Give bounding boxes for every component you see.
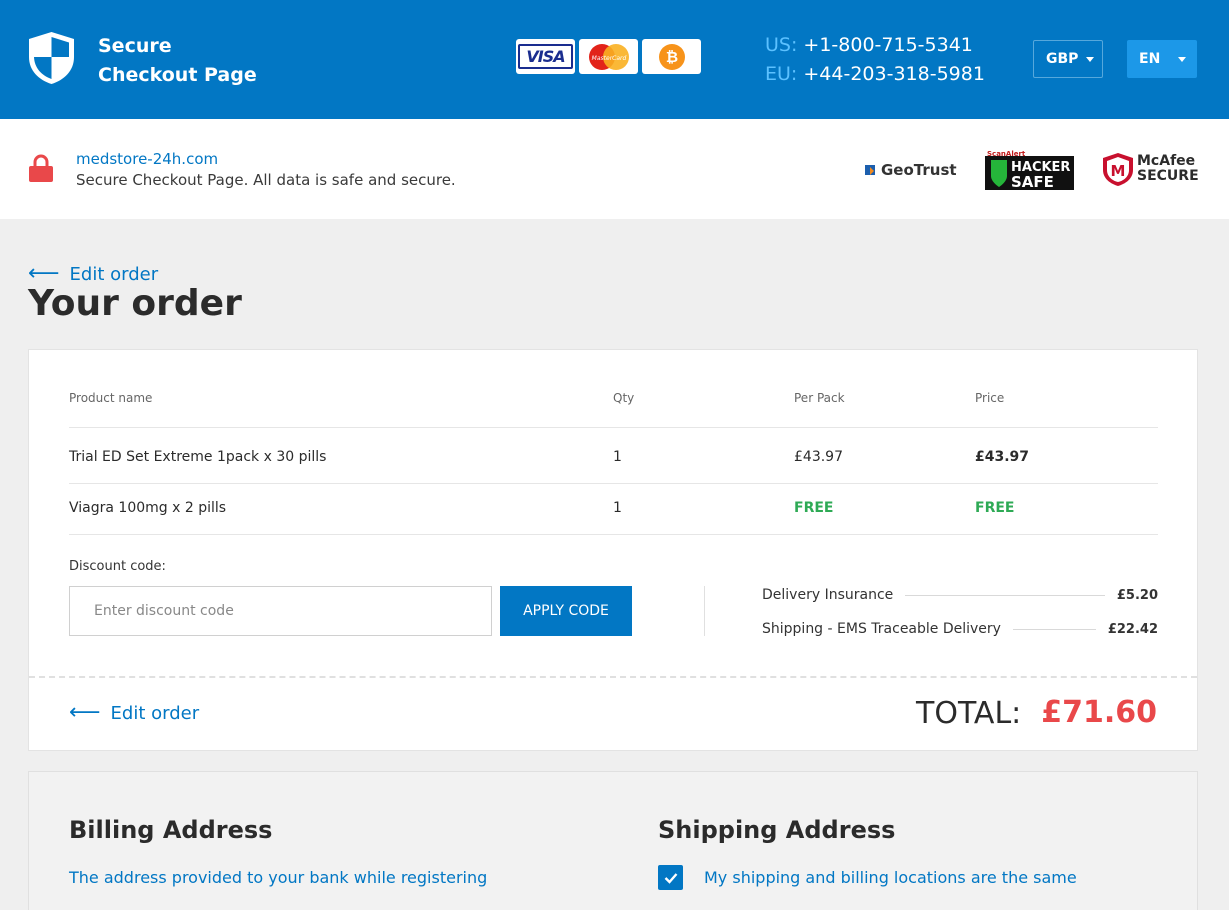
svg-text:M: M xyxy=(1111,162,1126,180)
leader-line xyxy=(1012,628,1096,630)
arrow-left-icon: ⟵ xyxy=(28,261,60,286)
row-price: FREE xyxy=(975,500,1015,516)
visa-label: VISA xyxy=(518,44,573,69)
divider xyxy=(69,483,1158,484)
brand-line-2: Checkout Page xyxy=(98,64,257,86)
apply-code-button[interactable]: APPLY CODE xyxy=(500,586,632,636)
hacker-top-label: ScanAlert xyxy=(987,150,1026,158)
phone-eu[interactable]: +44-203-318-5981 xyxy=(803,63,985,85)
row-qty: 1 xyxy=(613,500,622,516)
language-value: EN xyxy=(1139,51,1161,67)
fee-amount: £5.20 xyxy=(1116,587,1158,603)
row-product: Viagra 100mg x 2 pills xyxy=(69,500,227,516)
chevron-down-icon xyxy=(1178,56,1187,62)
billing-note: The address provided to your bank while … xyxy=(69,868,488,887)
edit-order-link-bottom[interactable]: ⟵ Edit order xyxy=(69,702,199,724)
row-product: Trial ED Set Extreme 1pack x 30 pills xyxy=(69,449,327,465)
column-header-per-pack: Per Pack xyxy=(794,391,845,405)
row-price: £43.97 xyxy=(975,449,1030,465)
mcafee-line1: McAfee xyxy=(1137,153,1196,169)
same-address-checkbox[interactable] xyxy=(658,865,683,890)
shield-logo-icon xyxy=(29,32,74,84)
bitcoin-icon: ₿ xyxy=(642,39,701,74)
mastercard-label: MasterCard xyxy=(591,55,626,62)
billing-title: Billing Address xyxy=(69,816,273,844)
checkmark-icon xyxy=(664,872,677,884)
fee-amount: £22.42 xyxy=(1107,621,1158,637)
edit-order-label: Edit order xyxy=(110,702,200,724)
secure-message: Secure Checkout Page. All data is safe a… xyxy=(76,171,456,189)
geotrust-icon xyxy=(865,165,875,175)
same-address-label[interactable]: My shipping and billing locations are th… xyxy=(704,868,1077,887)
dashed-divider xyxy=(29,676,1197,678)
row-per-pack: £43.97 xyxy=(794,449,843,465)
leader-line xyxy=(905,594,1105,596)
geotrust-label: GeoTrust xyxy=(881,161,957,179)
phone-numbers: US: +1-800-715-5341 EU: +44-203-318-5981 xyxy=(765,31,985,89)
address-card: Billing Address The address provided to … xyxy=(28,771,1198,910)
bitcoin-circle: ₿ xyxy=(658,43,685,70)
fee-row-shipping: Shipping - EMS Traceable Delivery £22.42 xyxy=(762,621,1158,637)
mcafee-line2: SECURE xyxy=(1137,168,1199,184)
mastercard-icon: MasterCard xyxy=(579,39,638,74)
column-header-qty: Qty xyxy=(613,391,635,405)
discount-code-input[interactable] xyxy=(69,586,492,636)
row-per-pack: FREE xyxy=(794,500,834,516)
discount-label: Discount code: xyxy=(69,559,166,574)
page-title: Your order xyxy=(28,283,242,324)
order-summary-card: Product name Qty Per Pack Price Trial ED… xyxy=(28,349,1198,751)
currency-value: GBP xyxy=(1046,51,1079,67)
shipping-title: Shipping Address xyxy=(658,816,896,844)
hacker-line2: SAFE xyxy=(1011,173,1054,190)
mcafee-text: McAfee SECURE xyxy=(1137,154,1199,184)
secure-info-bar: medstore-24h.com Secure Checkout Page. A… xyxy=(0,119,1229,219)
hacker-safe-badge-icon: ScanAlert HACKER SAFE xyxy=(985,150,1074,190)
mcafee-shield-icon: M xyxy=(1103,153,1133,186)
divider xyxy=(69,427,1158,428)
mastercard-circles: MasterCard xyxy=(588,43,629,70)
currency-select[interactable]: GBP xyxy=(1033,40,1103,78)
top-header: Secure Checkout Page VISA MasterCard ₿ U… xyxy=(0,0,1229,119)
edit-order-label: Edit order xyxy=(69,263,159,285)
site-domain[interactable]: medstore-24h.com xyxy=(76,150,218,168)
column-header-price: Price xyxy=(975,391,1005,405)
total-value: £71.60 xyxy=(1041,695,1157,730)
phone-us-prefix: US: xyxy=(765,34,798,56)
brand-line-1: Secure xyxy=(98,35,172,57)
geotrust-badge: GeoTrust xyxy=(862,161,957,179)
chevron-down-icon xyxy=(1086,56,1095,62)
column-header-product: Product name xyxy=(69,391,153,405)
row-qty: 1 xyxy=(613,449,622,465)
brand-title: Secure Checkout Page xyxy=(98,32,257,90)
edit-order-link[interactable]: ⟵ Edit order xyxy=(28,263,158,285)
bitcoin-label: ₿ xyxy=(665,48,677,66)
language-select[interactable]: EN xyxy=(1127,40,1197,78)
divider xyxy=(704,586,705,636)
payment-cards: VISA MasterCard ₿ xyxy=(516,39,701,74)
divider xyxy=(69,534,1158,535)
phone-us[interactable]: +1-800-715-5341 xyxy=(803,34,972,56)
visa-card-icon: VISA xyxy=(516,39,575,74)
arrow-left-icon: ⟵ xyxy=(69,700,101,725)
lock-icon xyxy=(29,154,53,182)
mcafee-badge: M McAfee SECURE xyxy=(1102,152,1199,186)
phone-eu-prefix: EU: xyxy=(765,63,798,85)
fee-label: Shipping - EMS Traceable Delivery xyxy=(762,621,1001,637)
total-label: TOTAL: xyxy=(916,696,1022,731)
fee-row-insurance: Delivery Insurance £5.20 xyxy=(762,587,1158,603)
fee-label: Delivery Insurance xyxy=(762,587,894,603)
